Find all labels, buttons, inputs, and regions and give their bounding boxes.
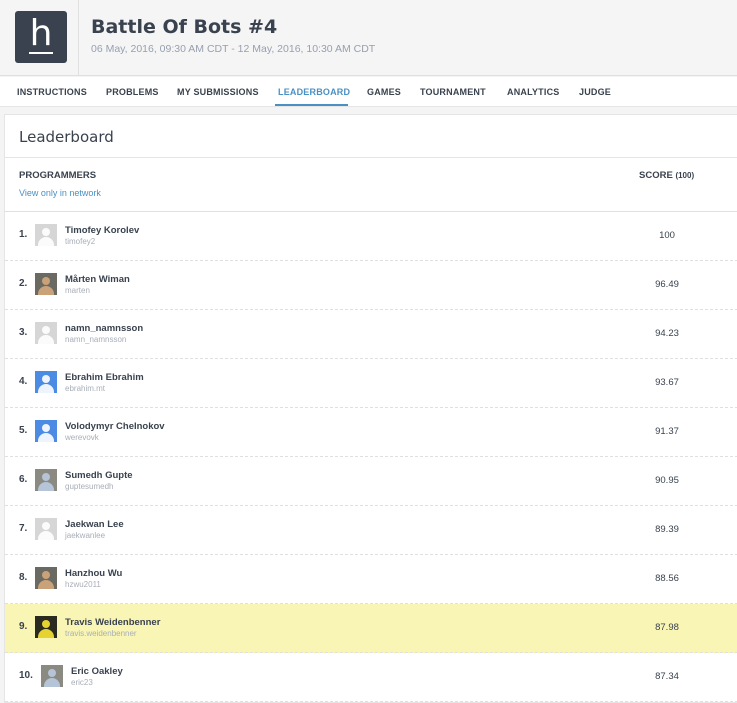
programmer-handle: travis.weidenbenner — [65, 629, 137, 638]
tab-my-submissions[interactable]: MY SUBMISSIONS — [177, 87, 259, 97]
programmer-name[interactable]: Timofey Korolev — [65, 225, 139, 236]
rank-number: 5. — [19, 425, 28, 436]
score-value: 94.23 — [655, 328, 679, 339]
avatar-photo[interactable] — [35, 273, 57, 295]
tab-games[interactable]: GAMES — [367, 87, 401, 97]
logo-letter: h — [29, 13, 53, 54]
rank-number: 7. — [19, 523, 28, 534]
avatar-photo[interactable] — [35, 616, 57, 638]
leaderboard-row[interactable]: 6. Sumedh Gupte guptesumedh 90.95 — [5, 457, 737, 506]
header-divider — [78, 0, 79, 76]
blue-avatar-icon[interactable] — [35, 371, 57, 393]
contest-nav: INSTRUCTIONS PROBLEMS MY SUBMISSIONS LEA… — [0, 77, 737, 107]
score-value: 93.67 — [655, 377, 679, 388]
active-tab-indicator — [275, 104, 348, 106]
leaderboard-row[interactable]: 7. Jaekwan Lee jaekwanlee 89.39 — [5, 506, 737, 555]
rank-number: 8. — [19, 572, 28, 583]
hackerearth-logo[interactable]: h — [15, 11, 67, 63]
score-value: 91.37 — [655, 426, 679, 437]
programmer-handle: eric23 — [71, 678, 93, 687]
rank-number: 6. — [19, 474, 28, 485]
rank-number: 9. — [19, 621, 28, 632]
leaderboard-row[interactable]: 9. Travis Weidenbenner travis.weidenbenner… — [5, 604, 737, 653]
tab-analytics[interactable]: ANALYTICS — [507, 87, 559, 97]
tab-tournament[interactable]: TOURNAMENT — [420, 87, 486, 97]
view-network-link[interactable]: View only in network — [19, 188, 101, 198]
default-avatar-icon[interactable] — [35, 224, 57, 246]
leaderboard-row[interactable]: 5. Volodymyr Chelnokov werevovk 91.37 — [5, 408, 737, 457]
leaderboard-row[interactable]: 4. Ebrahim Ebrahim ebrahim.mt 93.67 — [5, 359, 737, 408]
programmer-name[interactable]: namn_namnsson — [65, 323, 143, 334]
tab-leaderboard[interactable]: LEADERBOARD — [278, 87, 350, 97]
score-value: 96.49 — [655, 279, 679, 290]
programmer-handle: guptesumedh — [65, 482, 114, 491]
programmer-name[interactable]: Mårten Wiman — [65, 274, 130, 285]
score-value: 87.98 — [655, 622, 679, 633]
top-header: h Battle Of Bots #4 06 May, 2016, 09:30 … — [0, 0, 737, 76]
rank-number: 2. — [19, 278, 28, 289]
rank-number: 10. — [19, 670, 33, 681]
score-value: 89.39 — [655, 524, 679, 535]
leaderboard-row[interactable]: 3. namn_namnsson namn_namnsson 94.23 — [5, 310, 737, 359]
avatar-photo[interactable] — [41, 665, 63, 687]
leaderboard-row[interactable]: 8. Hanzhou Wu hzwu2011 88.56 — [5, 555, 737, 604]
rank-number: 1. — [19, 229, 28, 240]
score-column-header: SCORE (100) — [639, 170, 694, 181]
leaderboard-row[interactable]: 10. Eric Oakley eric23 87.34 — [5, 653, 737, 702]
programmer-name[interactable]: Volodymyr Chelnokov — [65, 421, 165, 432]
programmer-name[interactable]: Hanzhou Wu — [65, 568, 122, 579]
programmer-handle: jaekwanlee — [65, 531, 106, 540]
programmer-handle: hzwu2011 — [65, 580, 101, 589]
programmer-name[interactable]: Ebrahim Ebrahim — [65, 372, 144, 383]
avatar-photo[interactable] — [35, 567, 57, 589]
programmer-handle: werevovk — [65, 433, 99, 442]
score-max-label: (100) — [675, 171, 695, 180]
programmer-handle: marten — [65, 286, 90, 295]
default-avatar-icon[interactable] — [35, 322, 57, 344]
leaderboard-title: Leaderboard — [19, 128, 114, 146]
contest-dates: 06 May, 2016, 09:30 AM CDT - 12 May, 201… — [91, 43, 376, 55]
rank-number: 4. — [19, 376, 28, 387]
tab-problems[interactable]: PROBLEMS — [106, 87, 159, 97]
avatar-photo[interactable] — [35, 469, 57, 491]
tab-judge[interactable]: JUDGE — [579, 87, 611, 97]
programmer-name[interactable]: Travis Weidenbenner — [65, 617, 160, 628]
score-header-label: SCORE — [639, 170, 673, 181]
score-value: 88.56 — [655, 573, 679, 584]
programmers-column-header: PROGRAMMERS — [19, 170, 97, 181]
tab-instructions[interactable]: INSTRUCTIONS — [17, 87, 87, 97]
score-value: 90.95 — [655, 475, 679, 486]
default-avatar-icon[interactable] — [35, 518, 57, 540]
programmer-name[interactable]: Jaekwan Lee — [65, 519, 124, 530]
leaderboard-panel: Leaderboard PROGRAMMERS View only in net… — [4, 114, 737, 703]
programmer-handle: timofey2 — [65, 237, 96, 246]
programmer-name[interactable]: Sumedh Gupte — [65, 470, 133, 481]
leaderboard-row[interactable]: 1. Timofey Korolev timofey2 100 — [5, 212, 737, 261]
programmer-name[interactable]: Eric Oakley — [71, 666, 123, 677]
programmer-handle: ebrahim.mt — [65, 384, 106, 393]
leaderboard-row[interactable]: 2. Mårten Wiman marten 96.49 — [5, 261, 737, 310]
score-value: 100 — [659, 230, 675, 241]
title-divider — [5, 157, 737, 158]
programmer-handle: namn_namnsson — [65, 335, 127, 344]
score-value: 87.34 — [655, 671, 679, 682]
rank-number: 3. — [19, 327, 28, 338]
contest-title: Battle Of Bots #4 — [91, 16, 278, 38]
blue-avatar-icon[interactable] — [35, 420, 57, 442]
